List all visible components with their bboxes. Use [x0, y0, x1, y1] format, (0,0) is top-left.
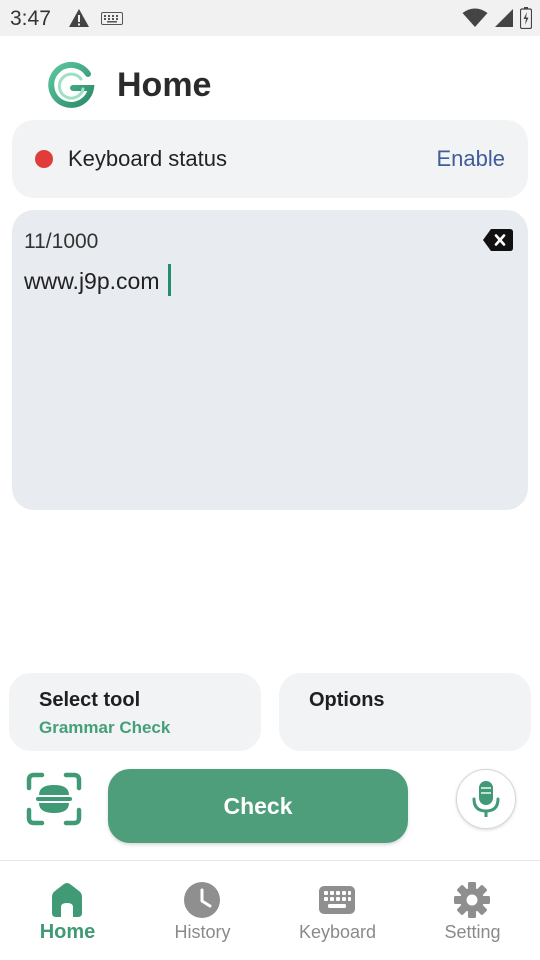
warning-icon [69, 9, 89, 27]
app-logo [48, 61, 95, 108]
nav-label-setting: Setting [444, 922, 501, 942]
editor-input-text[interactable]: www.j9p.com [24, 268, 159, 295]
home-icon [52, 883, 82, 917]
keyboard-icon [319, 886, 355, 914]
enable-keyboard-link[interactable]: Enable [436, 146, 505, 172]
nav-label-keyboard: Keyboard [298, 922, 377, 942]
clock-icon [184, 882, 220, 918]
keyboard-status-card: Keyboard status Enable [12, 120, 528, 198]
nav-label-home: Home [39, 921, 96, 943]
page-title: Home [117, 66, 212, 104]
app-screen: 3:47 Home Keyboard status Enable 11/1000… [0, 0, 540, 960]
app-header: Home [0, 36, 540, 120]
select-tool-title: Select tool [39, 689, 141, 711]
nav-item-keyboard[interactable]: Keyboard [270, 861, 405, 960]
status-right-icons [462, 7, 532, 29]
bottom-navigation: Home History Keyboard Setting [0, 860, 540, 960]
text-editor[interactable]: 11/1000 www.j9p.com [12, 210, 528, 510]
status-bar: 3:47 [0, 0, 540, 36]
options-button[interactable]: Options [279, 673, 531, 751]
wifi-icon [462, 8, 488, 27]
nav-item-setting[interactable]: Setting [405, 861, 540, 960]
gear-icon [454, 882, 490, 918]
microphone-icon [472, 781, 500, 817]
clear-text-icon[interactable] [482, 228, 514, 252]
status-time: 3:47 [10, 7, 51, 30]
scan-text-icon[interactable] [26, 772, 82, 826]
nav-item-home[interactable]: Home [0, 861, 135, 960]
check-button[interactable]: Check [108, 769, 408, 843]
keyboard-icon [101, 12, 123, 25]
character-counter: 11/1000 [24, 230, 99, 253]
nav-label-history: History [174, 922, 231, 942]
status-indicator-dot [35, 150, 53, 168]
signal-icon [495, 9, 513, 27]
keyboard-status-label: Keyboard status [68, 146, 227, 171]
selected-tool-value: Grammar Check [39, 718, 171, 737]
text-caret [168, 264, 171, 296]
battery-icon [520, 7, 532, 29]
options-title: Options [309, 689, 385, 711]
select-tool-button[interactable]: Select tool Grammar Check [9, 673, 261, 751]
microphone-button[interactable] [456, 769, 516, 829]
nav-item-history[interactable]: History [135, 861, 270, 960]
